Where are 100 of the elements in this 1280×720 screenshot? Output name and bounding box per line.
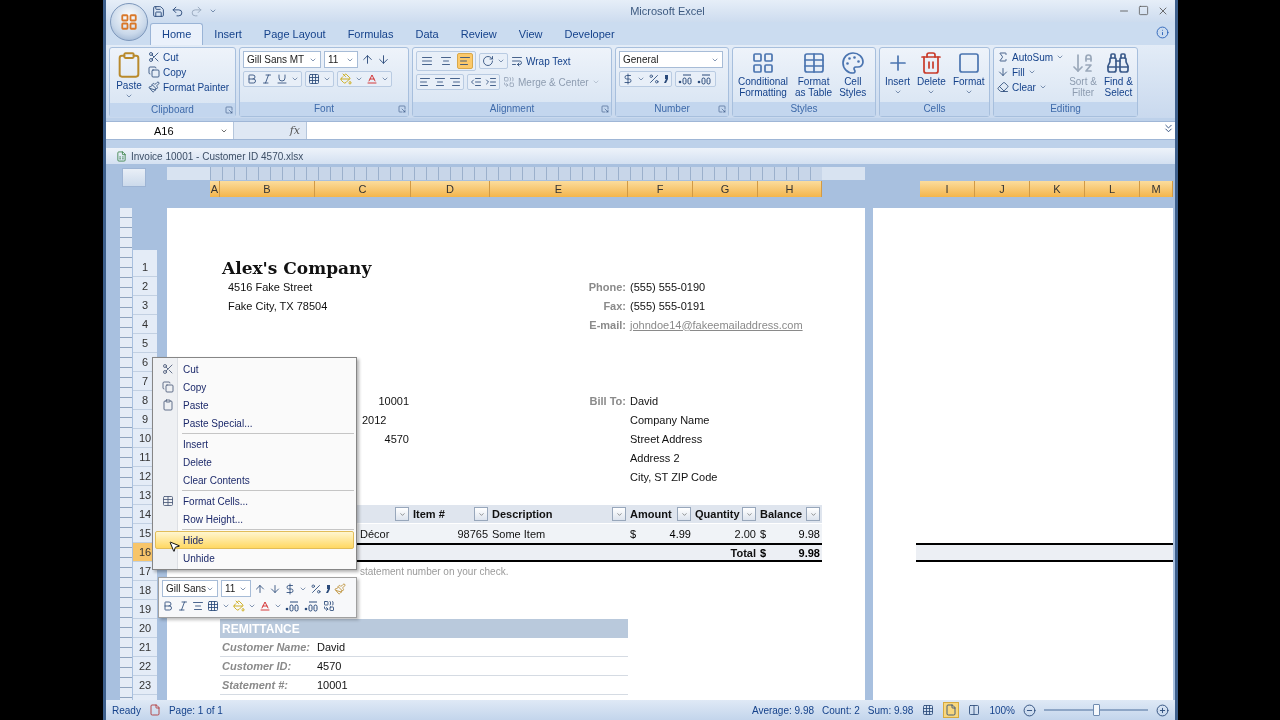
comma-icon[interactable] [325,583,331,594]
ribbon-tab[interactable]: Insert [203,24,253,45]
format-painter-button[interactable]: Format Painter [148,81,230,93]
insert-function-button[interactable]: fx [289,124,300,137]
menu-item[interactable]: Copy [155,378,354,396]
italic-icon[interactable] [177,600,189,612]
format-as-table-button[interactable]: Format as Table [793,51,835,98]
menu-item[interactable]: Unhide [155,549,354,567]
column-header[interactable]: H [758,181,822,197]
column-header[interactable]: I [920,181,975,197]
shrink-font-icon[interactable] [269,582,281,595]
column-header[interactable]: D [411,181,490,197]
column-header[interactable]: L [1085,181,1140,197]
caret-icon[interactable] [381,75,389,83]
copy-button[interactable]: Copy [148,66,230,78]
maximize-icon[interactable] [1138,5,1149,16]
decrease-decimal-icon[interactable] [697,73,713,85]
bottom-align-icon[interactable] [459,55,471,67]
save-icon[interactable] [152,4,165,18]
percent-icon[interactable] [648,73,660,85]
caret-icon[interactable] [248,602,256,610]
close-icon[interactable] [1157,5,1169,17]
italic-icon[interactable] [261,73,273,85]
cell-styles-button[interactable]: Cell Styles [837,51,869,98]
email-link[interactable]: johndoe14@fakeemailaddress.com [628,315,822,334]
font-color-icon[interactable] [366,73,378,85]
caret-icon[interactable] [355,75,363,83]
menu-item[interactable]: Insert [155,435,354,453]
orientation-icon[interactable] [482,55,494,67]
increase-decimal-icon[interactable] [678,73,694,85]
column-header[interactable]: E [490,181,628,197]
select-all-button[interactable] [122,168,146,187]
menu-item[interactable]: Hide [155,531,354,549]
delete-button[interactable]: Delete [915,51,948,96]
increase-indent-icon[interactable] [485,76,497,88]
font-size-field[interactable]: 11 [324,51,358,68]
comma-icon[interactable] [663,74,669,84]
grow-font-icon[interactable] [361,53,374,66]
decrease-indent-icon[interactable] [470,76,482,88]
column-header[interactable]: M [1140,181,1173,197]
normal-view-icon[interactable] [922,704,935,716]
number-format-field[interactable]: General [619,51,723,68]
decrease-decimal-icon[interactable] [304,600,320,612]
caret-icon[interactable] [291,75,299,83]
borders-icon[interactable] [308,73,320,85]
font-size-field[interactable]: 11 [221,580,251,597]
column-header[interactable]: B [220,181,315,197]
column-header[interactable]: C [315,181,411,197]
cut-button[interactable]: Cut [148,51,230,63]
caret-icon[interactable] [927,88,936,96]
column-header[interactable]: G [693,181,758,197]
caret-icon[interactable] [497,57,505,65]
ribbon-tab[interactable]: Home [150,23,204,45]
font-color-icon[interactable] [259,600,271,612]
menu-item[interactable]: Paste [155,396,354,414]
ribbon-tab[interactable]: Page Layout [252,24,337,45]
column-header[interactable]: F [628,181,693,197]
currency-icon[interactable] [622,73,634,85]
align-left-icon[interactable] [419,76,431,88]
column-header[interactable]: J [975,181,1030,197]
paste-button[interactable]: Paste [113,51,145,100]
align-center-icon[interactable] [434,76,446,88]
clear-button[interactable]: Clear [997,81,1065,93]
menu-item[interactable]: Row Height... [155,510,354,528]
office-button[interactable] [110,3,148,41]
ribbon-tab[interactable]: Developer [553,24,626,45]
zoom-thumb[interactable] [1093,704,1100,716]
top-align-icon[interactable] [421,55,433,67]
font-name-field[interactable]: Gill Sans [162,580,218,597]
fill-color-icon[interactable] [340,73,352,85]
bold-icon[interactable] [162,600,174,612]
caret-icon[interactable] [1056,53,1065,61]
percent-icon[interactable] [310,582,322,595]
insert-button[interactable]: Insert [883,51,912,96]
underline-icon[interactable] [276,73,288,85]
fill-color-icon[interactable] [233,600,245,612]
caret-icon[interactable] [964,88,973,96]
menu-item[interactable]: Paste Special... [155,414,354,432]
format-button[interactable]: Format [950,51,987,96]
currency-icon[interactable] [284,582,296,595]
fill-button[interactable]: Fill [997,66,1065,78]
menu-item[interactable]: Cut [155,360,354,378]
caret-icon[interactable] [323,75,331,83]
increase-decimal-icon[interactable] [285,600,301,612]
middle-align-icon[interactable] [440,55,452,67]
caret-icon[interactable] [637,75,645,83]
find-select-button[interactable]: Find & Select [1101,51,1135,98]
menu-item[interactable]: Delete [155,453,354,471]
ribbon-tab[interactable]: Data [404,24,450,45]
page-break-view-icon[interactable] [968,704,981,716]
font-name-field[interactable]: Gill Sans MT [243,51,321,68]
autosum-button[interactable]: AutoSum [997,51,1065,63]
ribbon-tab[interactable]: Review [449,24,508,45]
dialog-launcher-icon[interactable] [718,105,726,113]
align-center-icon[interactable] [192,600,204,612]
menu-item[interactable]: Format Cells... [155,492,354,510]
menu-item[interactable]: Clear Contents [155,471,354,489]
zoom-in-icon[interactable] [1156,703,1169,717]
conditional-formatting-button[interactable]: Conditional Formatting [736,51,791,98]
ribbon-tab[interactable]: Formulas [336,24,405,45]
